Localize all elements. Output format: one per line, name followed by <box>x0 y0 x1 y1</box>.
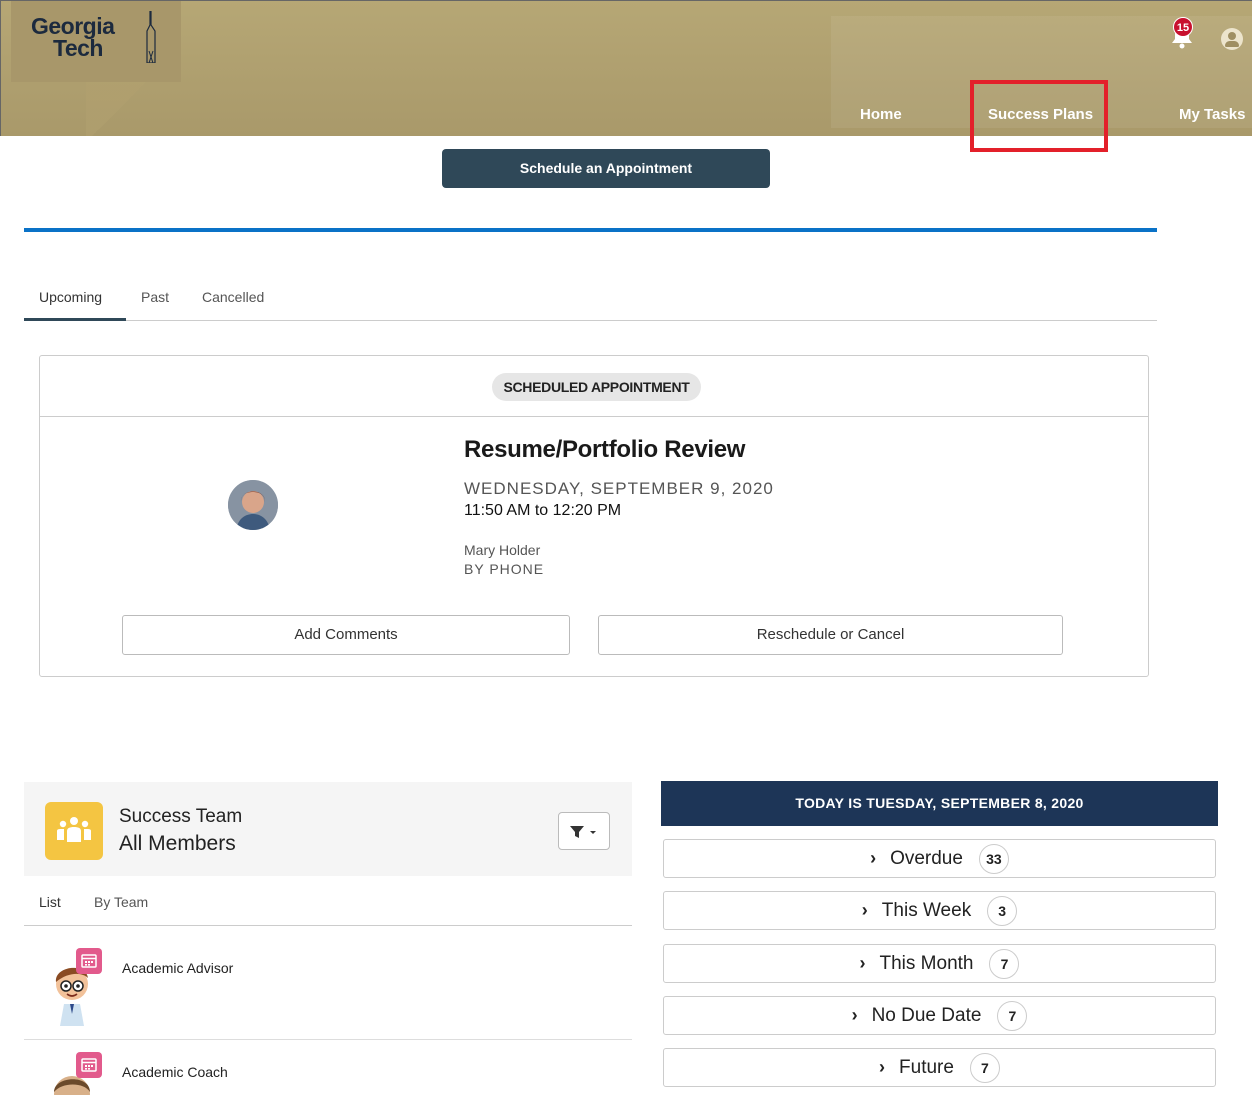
appointment-method: BY PHONE <box>464 561 545 577</box>
filter-icon <box>570 826 596 838</box>
tab-cancelled[interactable]: Cancelled <box>202 289 264 305</box>
nav-home[interactable]: Home <box>860 106 902 123</box>
chevron-right-icon: › <box>859 953 866 973</box>
active-tab-indicator <box>24 318 126 321</box>
chevron-right-icon: › <box>870 848 877 868</box>
advisor-name: Mary Holder <box>464 542 541 558</box>
task-group-overdue[interactable]: › Overdue 33 <box>663 839 1216 878</box>
team-tabs: List By Team <box>24 892 632 926</box>
task-count-badge: 7 <box>989 948 1020 979</box>
task-count-badge: 7 <box>969 1052 1000 1083</box>
tab-past[interactable]: Past <box>141 289 169 305</box>
calendar-icon[interactable] <box>76 948 102 974</box>
people-icon <box>57 817 91 842</box>
list-item[interactable]: Academic Coach <box>24 1040 632 1095</box>
status-badge: SCHEDULED APPOINTMENT <box>492 373 701 401</box>
task-group-future[interactable]: › Future 7 <box>663 1048 1216 1087</box>
appointment-card: SCHEDULED APPOINTMENT Resume/Portfolio R… <box>39 355 1149 677</box>
nav-highlight-box <box>970 80 1108 152</box>
notification-badge: 15 <box>1173 17 1193 37</box>
reschedule-or-cancel-button[interactable]: Reschedule or Cancel <box>598 615 1063 655</box>
georgia-tech-logo[interactable]: Georgia Tech <box>31 13 115 61</box>
task-group-label: Future <box>899 1056 954 1078</box>
tab-upcoming[interactable]: Upcoming <box>39 289 102 305</box>
task-group-label: This Month <box>879 952 974 974</box>
logo-line-2: Tech <box>53 35 103 61</box>
team-icon <box>45 802 103 860</box>
calendar-icon[interactable] <box>76 1052 102 1078</box>
today-banner: TODAY IS TUESDAY, SEPTEMBER 8, 2020 <box>661 781 1218 826</box>
tab-by-team[interactable]: By Team <box>94 894 148 910</box>
task-count-badge: 7 <box>997 1000 1028 1031</box>
task-group-label: Overdue <box>890 847 963 869</box>
task-group-this-month[interactable]: › This Month 7 <box>663 944 1216 983</box>
user-icon[interactable] <box>1221 28 1243 50</box>
calendar-glyph <box>81 1058 97 1072</box>
avatar <box>228 480 278 530</box>
nav-my-tasks[interactable]: My Tasks <box>1179 106 1245 123</box>
team-subtitle: All Members <box>119 832 236 855</box>
divider <box>24 228 1157 232</box>
task-group-no-due-date[interactable]: › No Due Date 7 <box>663 996 1216 1035</box>
appointment-date: WEDNESDAY, SEPTEMBER 9, 2020 <box>464 479 774 498</box>
chevron-right-icon: › <box>879 1057 886 1077</box>
list-item[interactable]: Academic Advisor <box>24 936 632 1040</box>
task-group-label: No Due Date <box>871 1004 982 1026</box>
card-header: SCHEDULED APPOINTMENT <box>40 356 1148 417</box>
header-decoration <box>86 82 181 136</box>
chevron-right-icon: › <box>861 900 868 920</box>
task-group-label: This Week <box>881 899 972 921</box>
appointment-tabs: Upcoming Past Cancelled <box>24 286 1157 321</box>
advisor-photo-icon <box>228 480 278 530</box>
calendar-glyph <box>81 954 97 968</box>
logo-line-1: Georgia <box>31 13 115 39</box>
chevron-right-icon: › <box>851 1005 858 1025</box>
task-count-badge: 33 <box>978 843 1009 874</box>
appointment-title: Resume/Portfolio Review <box>464 436 746 463</box>
team-title: Success Team <box>119 806 243 827</box>
tower-icon <box>146 11 156 63</box>
appointment-time: 11:50 AM to 12:20 PM <box>464 502 622 519</box>
tab-list[interactable]: List <box>39 894 61 910</box>
schedule-appointment-button[interactable]: Schedule an Appointment <box>442 149 770 188</box>
filter-button[interactable] <box>558 812 610 850</box>
member-role: Academic Coach <box>122 1064 228 1080</box>
task-group-this-week[interactable]: › This Week 3 <box>663 891 1216 930</box>
success-team-header: Success Team All Members <box>24 782 632 876</box>
member-role: Academic Advisor <box>122 960 234 976</box>
add-comments-button[interactable]: Add Comments <box>122 615 570 655</box>
task-count-badge: 3 <box>987 895 1018 926</box>
